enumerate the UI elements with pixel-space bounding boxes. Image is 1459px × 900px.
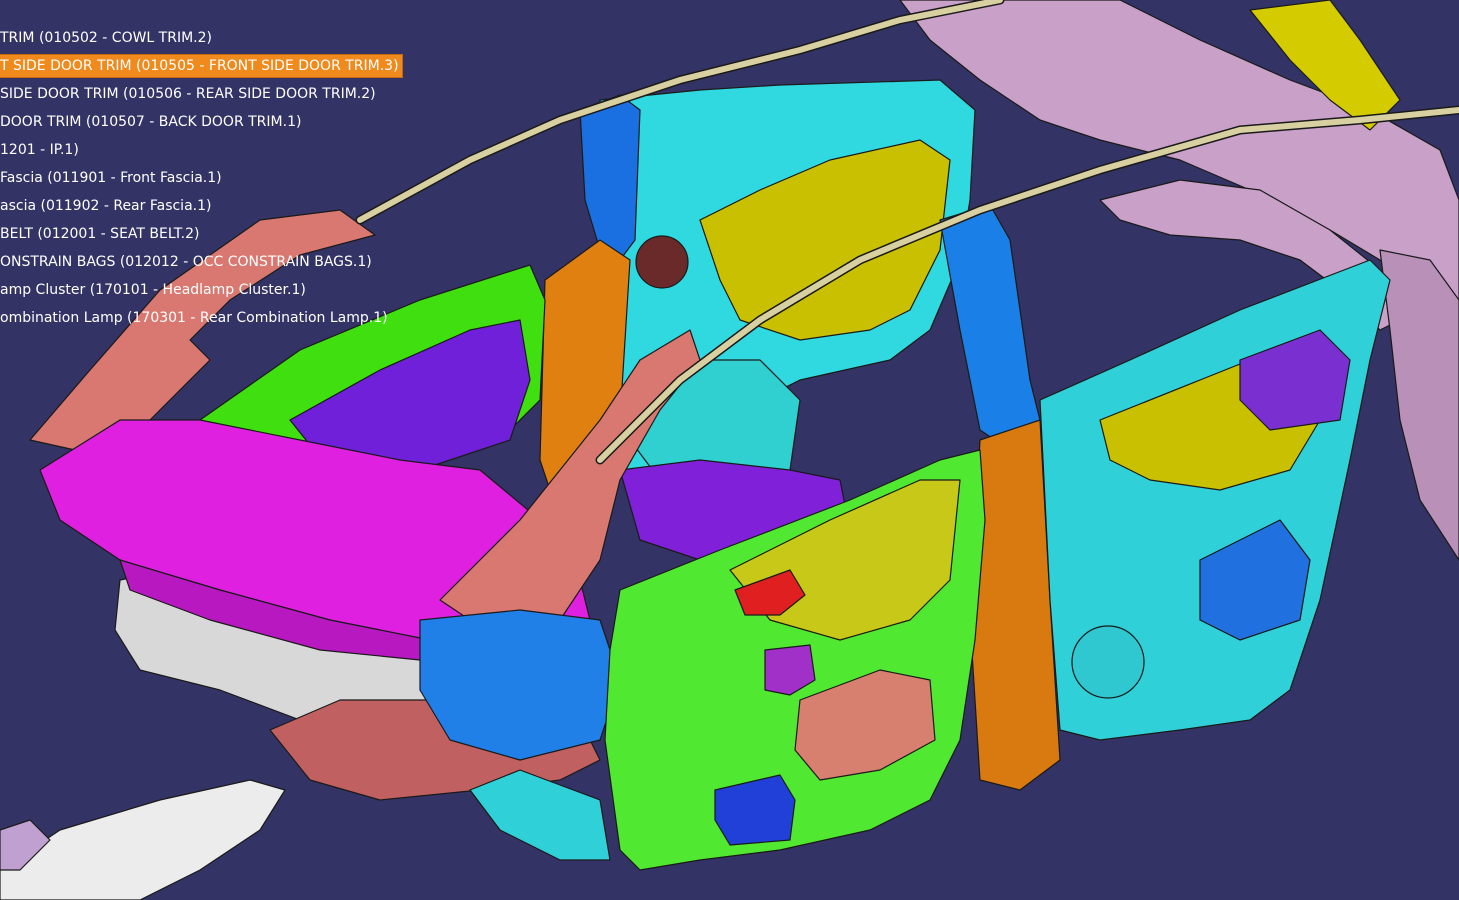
tree-item-occ-constrain-bags[interactable]: ONSTRAIN BAGS (012012 - OCC CONSTRAIN BA… xyxy=(0,248,406,276)
specification-tree: TRIM (010502 - COWL TRIM.2) T SIDE DOOR … xyxy=(0,24,406,332)
tree-item-label: ascia (011902 - Rear Fascia.1) xyxy=(0,198,212,214)
rocker-trim[interactable] xyxy=(469,769,611,861)
tree-item-label: DOOR TRIM (010507 - BACK DOOR TRIM.1) xyxy=(0,114,302,130)
tree-item-label: ombination Lamp (170301 - Rear Combinati… xyxy=(0,310,388,326)
3d-viewport[interactable]: TRIM (010502 - COWL TRIM.2) T SIDE DOOR … xyxy=(0,0,1459,900)
tree-item-label: T SIDE DOOR TRIM (010505 - FRONT SIDE DO… xyxy=(0,54,403,78)
tree-item-label: amp Cluster (170101 - Headlamp Cluster.1… xyxy=(0,282,306,298)
tree-item-ip[interactable]: 1201 - IP.1) xyxy=(0,136,406,164)
tree-item-label: Fascia (011901 - Front Fascia.1) xyxy=(0,170,222,186)
tree-item-label: 1201 - IP.1) xyxy=(0,142,79,158)
tree-item-headlamp-cluster[interactable]: amp Cluster (170101 - Headlamp Cluster.1… xyxy=(0,276,406,304)
back-door-speaker[interactable] xyxy=(1071,625,1145,699)
center-pillar-trim-right[interactable] xyxy=(939,204,1041,451)
rear-door-speaker[interactable] xyxy=(635,235,689,289)
tree-item-rear-fascia[interactable]: ascia (011902 - Rear Fascia.1) xyxy=(0,192,406,220)
tree-item-cowl-trim[interactable]: TRIM (010502 - COWL TRIM.2) xyxy=(0,24,406,52)
tree-item-label: SIDE DOOR TRIM (010506 - REAR SIDE DOOR … xyxy=(0,86,376,102)
tree-item-back-door-trim[interactable]: DOOR TRIM (010507 - BACK DOOR TRIM.1) xyxy=(0,108,406,136)
tree-item-front-side-door-trim[interactable]: T SIDE DOOR TRIM (010505 - FRONT SIDE DO… xyxy=(0,52,406,80)
tree-item-seat-belt[interactable]: BELT (012001 - SEAT BELT.2) xyxy=(0,220,406,248)
tree-item-label: ONSTRAIN BAGS (012012 - OCC CONSTRAIN BA… xyxy=(0,254,372,270)
tree-item-front-fascia[interactable]: Fascia (011901 - Front Fascia.1) xyxy=(0,164,406,192)
b-pillar-trim-left[interactable] xyxy=(579,94,641,261)
wheel-arch-trim[interactable] xyxy=(1379,249,1459,561)
tree-item-label: TRIM (010502 - COWL TRIM.2) xyxy=(0,30,212,46)
tree-item-rear-combination-lamp[interactable]: ombination Lamp (170301 - Rear Combinati… xyxy=(0,304,406,332)
tree-item-rear-side-door-trim[interactable]: SIDE DOOR TRIM (010506 - REAR SIDE DOOR … xyxy=(0,80,406,108)
tree-item-label: BELT (012001 - SEAT BELT.2) xyxy=(0,226,200,242)
center-console-module[interactable] xyxy=(419,609,621,761)
